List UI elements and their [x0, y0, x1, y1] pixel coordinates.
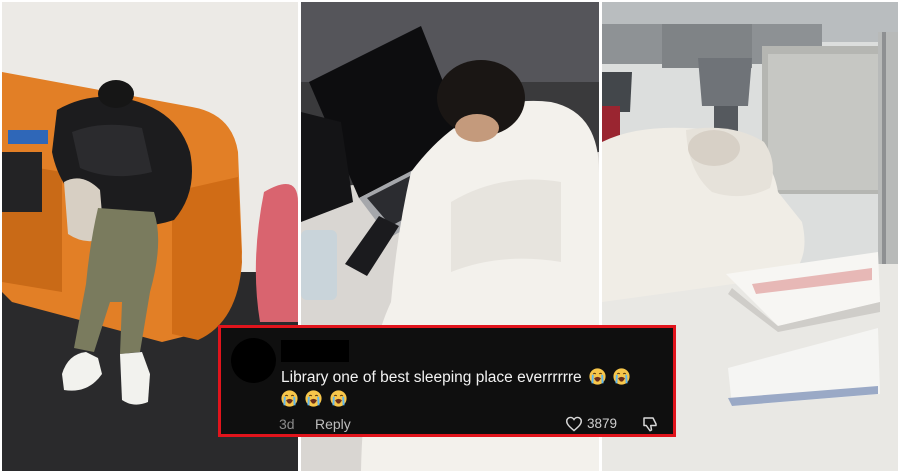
like-button[interactable]: 3879: [565, 415, 617, 433]
dislike-button[interactable]: [641, 415, 659, 433]
loudly-crying-face-icon: [305, 390, 322, 407]
thumbs-down-icon: [641, 415, 659, 433]
loudly-crying-face-icon: [330, 390, 347, 407]
loudly-crying-face-icon: [281, 390, 298, 407]
like-count: 3879: [586, 416, 617, 431]
redacted-username: [281, 340, 349, 362]
loudly-crying-face-icon: [613, 368, 630, 385]
comment-body: Library one of best sleeping place everr…: [281, 367, 661, 411]
comment-text: Library one of best sleeping place everr…: [281, 369, 582, 386]
reply-button[interactable]: Reply: [315, 415, 351, 433]
avatar[interactable]: [231, 338, 276, 383]
loudly-crying-face-icon: [589, 368, 606, 385]
highlighted-comment: Library one of best sleeping place everr…: [218, 325, 676, 437]
heart-icon: [565, 416, 583, 432]
comment-age: 3d: [279, 416, 295, 432]
comment-meta-row: 3d Reply 3879: [279, 415, 659, 433]
